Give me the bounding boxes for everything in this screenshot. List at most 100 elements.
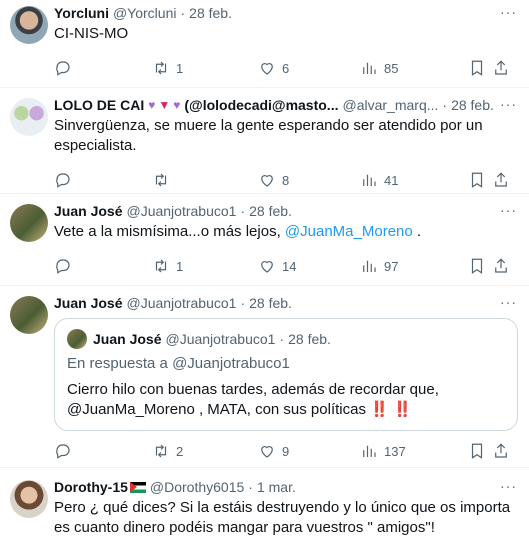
separator-dot: ·: [240, 295, 246, 311]
separator-dot: ·: [180, 5, 186, 21]
bookmark-button[interactable]: [468, 442, 492, 460]
more-icon[interactable]: ···: [500, 478, 517, 494]
author-name[interactable]: Yorcluni: [54, 4, 109, 22]
reply-icon: [56, 444, 70, 459]
red-triangle-icon: ▼: [158, 98, 171, 112]
quoted-tweet-text: Cierro hilo con buenas tardes, además de…: [67, 380, 505, 420]
author-name[interactable]: Juan José: [54, 294, 122, 312]
quoted-author-handle: @Juanjotrabuco1: [165, 331, 276, 347]
views-button[interactable]: 137: [360, 442, 468, 460]
like-button[interactable]: 8: [258, 171, 360, 189]
reply-button[interactable]: [54, 442, 152, 460]
tweet[interactable]: Juan José @Juanjotrabuco1 · 28 feb. ··· …: [0, 194, 529, 286]
author-handle[interactable]: @Dorothy6015: [150, 478, 244, 496]
tweet-feed: Yorcluni @Yorcluni · 28 feb. ··· CI-NIS-…: [0, 0, 529, 543]
like-button[interactable]: 9: [258, 442, 360, 460]
tweet-header: LOLO DE CAI ♥ ▼ ♥ (@lolodecadi@masto... …: [54, 96, 519, 114]
avatar[interactable]: [10, 296, 48, 334]
tweet[interactable]: LOLO DE CAI ♥ ▼ ♥ (@lolodecadi@masto... …: [0, 88, 529, 194]
retweet-button[interactable]: 1: [152, 257, 258, 275]
more-icon[interactable]: ···: [500, 294, 517, 310]
bookmark-button[interactable]: [468, 171, 492, 189]
author-name-rest[interactable]: (@lolodecadi@masto...: [184, 96, 338, 114]
bookmark-icon: [471, 258, 483, 274]
tweet-header: Juan José @Juanjotrabuco1 · 28 feb.: [54, 202, 519, 220]
like-button[interactable]: 6: [258, 59, 360, 77]
share-button[interactable]: [492, 171, 510, 189]
author-name[interactable]: Juan José: [54, 202, 122, 220]
avatar[interactable]: [10, 204, 48, 242]
avatar[interactable]: [10, 6, 48, 44]
author-handle[interactable]: @alvar_marq...: [342, 96, 438, 114]
retweet-button[interactable]: 1: [152, 59, 258, 77]
tweet-actions: 8 41: [54, 170, 519, 190]
tweet-header: Dorothy-15 @Dorothy6015 · 1 mar.: [54, 478, 519, 496]
tweet-header: Juan José @Juanjotrabuco1 · 28 feb.: [54, 294, 519, 312]
tweet[interactable]: Yorcluni @Yorcluni · 28 feb. ··· CI-NIS-…: [0, 0, 529, 88]
separator-dot: ·: [442, 97, 448, 113]
double-exclamation-icon: ‼️ ‼️: [370, 401, 412, 418]
views-button[interactable]: 97: [360, 257, 468, 275]
avatar[interactable]: [10, 98, 48, 136]
retweet-button[interactable]: 2: [152, 442, 258, 460]
author-handle[interactable]: @Juanjotrabuco1: [126, 294, 236, 312]
retweet-count: 1: [176, 60, 184, 76]
author-handle[interactable]: @Juanjotrabuco1: [126, 202, 236, 220]
share-button[interactable]: [492, 59, 510, 77]
tweet[interactable]: Juan José @Juanjotrabuco1 · 28 feb. ··· …: [0, 286, 529, 468]
bookmark-button[interactable]: [468, 257, 492, 275]
tweet-text: Sinvergüenza, se muere la gente esperand…: [54, 117, 483, 154]
reply-context: En respuesta a @Juanjotrabuco1: [67, 355, 290, 372]
purple-heart-icon: ♥: [173, 98, 181, 112]
like-icon: [261, 261, 273, 273]
more-icon[interactable]: ···: [500, 4, 517, 20]
quoted-avatar: [67, 329, 87, 349]
quoted-timestamp: 28 feb.: [288, 331, 331, 347]
bookmark-icon: [471, 60, 483, 76]
views-icon: [363, 62, 376, 74]
purple-heart-icon: ♥: [148, 98, 156, 112]
timestamp[interactable]: 28 feb.: [189, 4, 232, 22]
like-button[interactable]: 14: [258, 257, 360, 275]
reply-icon: [56, 259, 70, 274]
share-button[interactable]: [492, 257, 510, 275]
tweet[interactable]: Dorothy-15 @Dorothy6015 · 1 mar. ··· Per…: [0, 468, 529, 543]
author-name[interactable]: LOLO DE CAI: [54, 96, 144, 114]
views-icon: [363, 445, 376, 457]
reply-button[interactable]: [54, 257, 152, 275]
views-button[interactable]: 85: [360, 59, 468, 77]
author-name[interactable]: Dorothy-15: [54, 478, 128, 496]
retweet-icon: [155, 61, 167, 75]
tweet-actions: 1 6 85: [54, 58, 519, 78]
tweet-actions: 1 14 97: [54, 256, 519, 276]
quoted-tweet[interactable]: Juan José @Juanjotrabuco1 · 28 feb. En r…: [54, 318, 518, 431]
reply-button[interactable]: [54, 59, 152, 77]
retweet-button[interactable]: [152, 171, 258, 189]
retweet-icon: [155, 259, 167, 273]
avatar[interactable]: [10, 480, 48, 518]
more-icon[interactable]: ···: [500, 202, 517, 218]
tweet-actions: 2 9 137: [54, 441, 519, 461]
reply-button[interactable]: [54, 171, 152, 189]
timestamp[interactable]: 28 feb.: [249, 202, 292, 220]
retweet-icon: [155, 173, 167, 187]
like-count: 6: [282, 60, 290, 76]
retweet-count: 2: [176, 443, 184, 459]
share-icon: [495, 60, 507, 75]
bookmark-button[interactable]: [468, 59, 492, 77]
views-button[interactable]: 41: [360, 171, 468, 189]
tweet-text: CI-NIS-MO: [54, 25, 129, 42]
bookmark-icon: [471, 172, 483, 188]
timestamp[interactable]: 1 mar.: [257, 478, 296, 496]
mention-link[interactable]: @JuanMa_Moreno: [285, 223, 413, 240]
separator-dot: ·: [240, 203, 246, 219]
more-icon[interactable]: ···: [500, 96, 517, 112]
quoted-author-name: Juan José: [93, 331, 162, 347]
views-icon: [363, 174, 376, 186]
share-button[interactable]: [492, 442, 510, 460]
separator-dot: ·: [279, 331, 285, 347]
timestamp[interactable]: 28 feb.: [451, 96, 494, 114]
author-handle[interactable]: @Yorcluni: [113, 4, 177, 22]
tweet-text: Vete a la mismísima...o más lejos, @Juan…: [54, 222, 519, 242]
timestamp[interactable]: 28 feb.: [249, 294, 292, 312]
